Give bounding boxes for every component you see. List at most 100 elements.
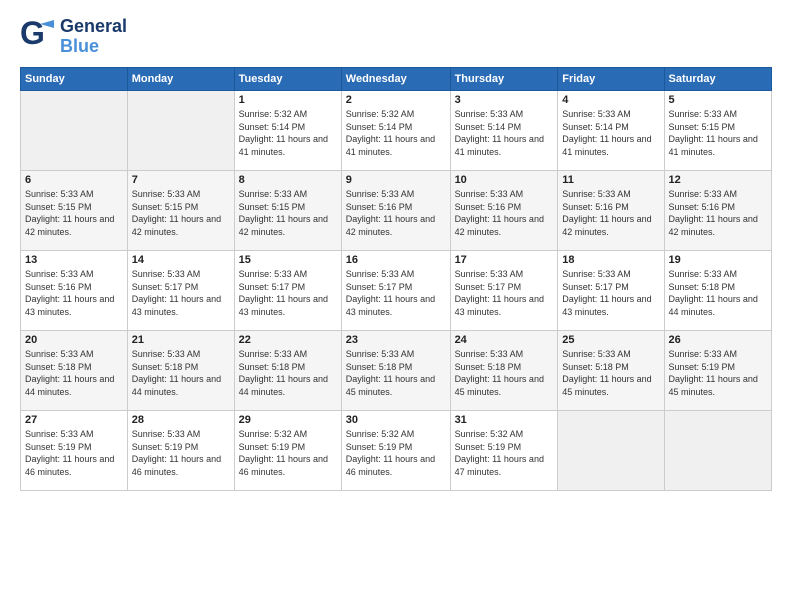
calendar-header-friday: Friday <box>558 68 664 91</box>
calendar-empty <box>664 411 771 491</box>
day-number: 2 <box>346 94 446 106</box>
calendar-day-22: 22 Sunrise: 5:33 AM Sunset: 5:18 PM Dayli… <box>234 331 341 411</box>
day-number: 26 <box>669 334 767 346</box>
calendar-day-31: 31 Sunrise: 5:32 AM Sunset: 5:19 PM Dayli… <box>450 411 558 491</box>
day-info: Sunrise: 5:32 AM Sunset: 5:14 PM Dayligh… <box>239 108 337 158</box>
calendar-week-row: 13 Sunrise: 5:33 AM Sunset: 5:16 PM Dayli… <box>21 251 772 331</box>
day-info: Sunrise: 5:32 AM Sunset: 5:19 PM Dayligh… <box>239 428 337 478</box>
calendar-day-5: 5 Sunrise: 5:33 AM Sunset: 5:15 PM Daylig… <box>664 91 771 171</box>
calendar-day-1: 1 Sunrise: 5:32 AM Sunset: 5:14 PM Daylig… <box>234 91 341 171</box>
page: G General Blue SundayMondayTuesdayWednes… <box>0 0 792 612</box>
day-number: 28 <box>132 414 230 426</box>
logo-icon: G <box>20 16 56 57</box>
calendar-day-19: 19 Sunrise: 5:33 AM Sunset: 5:18 PM Dayli… <box>664 251 771 331</box>
day-info: Sunrise: 5:33 AM Sunset: 5:14 PM Dayligh… <box>562 108 659 158</box>
day-number: 16 <box>346 254 446 266</box>
calendar-day-28: 28Sunrise: 5:33 AM Sunset: 5:19 PM Dayli… <box>127 411 234 491</box>
calendar-day-9: 9Sunrise: 5:33 AM Sunset: 5:16 PM Daylig… <box>341 171 450 251</box>
calendar-day-26: 26 Sunrise: 5:33 AM Sunset: 5:19 PM Dayli… <box>664 331 771 411</box>
calendar-day-12: 12 Sunrise: 5:33 AM Sunset: 5:16 PM Dayli… <box>664 171 771 251</box>
calendar-header-monday: Monday <box>127 68 234 91</box>
day-info: Sunrise: 5:33 AM Sunset: 5:18 PM Dayligh… <box>132 348 230 398</box>
calendar-day-13: 13 Sunrise: 5:33 AM Sunset: 5:16 PM Dayli… <box>21 251 128 331</box>
day-number: 21 <box>132 334 230 346</box>
day-info: Sunrise: 5:33 AM Sunset: 5:17 PM Dayligh… <box>562 268 659 318</box>
day-number: 27 <box>25 414 123 426</box>
day-number: 6 <box>25 174 123 186</box>
logo-blue-text: Blue <box>60 37 127 57</box>
day-number: 12 <box>669 174 767 186</box>
day-number: 5 <box>669 94 767 106</box>
calendar-day-3: 3Sunrise: 5:33 AM Sunset: 5:14 PM Daylig… <box>450 91 558 171</box>
logo: G General Blue <box>20 16 127 57</box>
day-number: 7 <box>132 174 230 186</box>
day-number: 15 <box>239 254 337 266</box>
calendar-day-14: 14Sunrise: 5:33 AM Sunset: 5:17 PM Dayli… <box>127 251 234 331</box>
calendar-day-7: 7 Sunrise: 5:33 AM Sunset: 5:15 PM Daylig… <box>127 171 234 251</box>
calendar-day-11: 11Sunrise: 5:33 AM Sunset: 5:16 PM Dayli… <box>558 171 664 251</box>
day-number: 9 <box>346 174 446 186</box>
calendar-empty <box>558 411 664 491</box>
day-number: 8 <box>239 174 337 186</box>
calendar-header-row: SundayMondayTuesdayWednesdayThursdayFrid… <box>21 68 772 91</box>
day-number: 19 <box>669 254 767 266</box>
header: G General Blue <box>20 16 772 57</box>
day-info: Sunrise: 5:33 AM Sunset: 5:18 PM Dayligh… <box>346 348 446 398</box>
day-info: Sunrise: 5:33 AM Sunset: 5:18 PM Dayligh… <box>455 348 554 398</box>
calendar: SundayMondayTuesdayWednesdayThursdayFrid… <box>20 67 772 491</box>
calendar-week-row: 6 Sunrise: 5:33 AM Sunset: 5:15 PM Daylig… <box>21 171 772 251</box>
calendar-header-sunday: Sunday <box>21 68 128 91</box>
day-number: 13 <box>25 254 123 266</box>
calendar-day-25: 25 Sunrise: 5:33 AM Sunset: 5:18 PM Dayli… <box>558 331 664 411</box>
day-info: Sunrise: 5:33 AM Sunset: 5:19 PM Dayligh… <box>669 348 767 398</box>
day-info: Sunrise: 5:32 AM Sunset: 5:19 PM Dayligh… <box>455 428 554 478</box>
calendar-day-23: 23 Sunrise: 5:33 AM Sunset: 5:18 PM Dayli… <box>341 331 450 411</box>
calendar-day-29: 29Sunrise: 5:32 AM Sunset: 5:19 PM Dayli… <box>234 411 341 491</box>
day-info: Sunrise: 5:33 AM Sunset: 5:16 PM Dayligh… <box>455 188 554 238</box>
day-info: Sunrise: 5:33 AM Sunset: 5:18 PM Dayligh… <box>239 348 337 398</box>
calendar-day-20: 20 Sunrise: 5:33 AM Sunset: 5:18 PM Dayli… <box>21 331 128 411</box>
day-info: Sunrise: 5:33 AM Sunset: 5:19 PM Dayligh… <box>25 428 123 478</box>
day-info: Sunrise: 5:33 AM Sunset: 5:15 PM Dayligh… <box>132 188 230 238</box>
svg-text:G: G <box>20 16 45 51</box>
day-number: 25 <box>562 334 659 346</box>
calendar-day-10: 10Sunrise: 5:33 AM Sunset: 5:16 PM Dayli… <box>450 171 558 251</box>
day-info: Sunrise: 5:33 AM Sunset: 5:15 PM Dayligh… <box>669 108 767 158</box>
day-info: Sunrise: 5:33 AM Sunset: 5:16 PM Dayligh… <box>25 268 123 318</box>
calendar-day-24: 24 Sunrise: 5:33 AM Sunset: 5:18 PM Dayli… <box>450 331 558 411</box>
calendar-day-18: 18 Sunrise: 5:33 AM Sunset: 5:17 PM Dayli… <box>558 251 664 331</box>
day-number: 1 <box>239 94 337 106</box>
day-info: Sunrise: 5:33 AM Sunset: 5:18 PM Dayligh… <box>669 268 767 318</box>
logo-text: General <box>60 17 127 37</box>
calendar-day-6: 6 Sunrise: 5:33 AM Sunset: 5:15 PM Daylig… <box>21 171 128 251</box>
calendar-empty <box>127 91 234 171</box>
calendar-header-tuesday: Tuesday <box>234 68 341 91</box>
calendar-day-4: 4 Sunrise: 5:33 AM Sunset: 5:14 PM Daylig… <box>558 91 664 171</box>
day-number: 23 <box>346 334 446 346</box>
day-info: Sunrise: 5:33 AM Sunset: 5:15 PM Dayligh… <box>239 188 337 238</box>
calendar-day-2: 2 Sunrise: 5:32 AM Sunset: 5:14 PM Daylig… <box>341 91 450 171</box>
day-number: 31 <box>455 414 554 426</box>
calendar-header-wednesday: Wednesday <box>341 68 450 91</box>
day-number: 22 <box>239 334 337 346</box>
calendar-header-thursday: Thursday <box>450 68 558 91</box>
day-info: Sunrise: 5:33 AM Sunset: 5:17 PM Dayligh… <box>346 268 446 318</box>
day-info: Sunrise: 5:33 AM Sunset: 5:18 PM Dayligh… <box>562 348 659 398</box>
calendar-day-16: 16 Sunrise: 5:33 AM Sunset: 5:17 PM Dayli… <box>341 251 450 331</box>
day-number: 24 <box>455 334 554 346</box>
day-number: 18 <box>562 254 659 266</box>
calendar-week-row: 27 Sunrise: 5:33 AM Sunset: 5:19 PM Dayli… <box>21 411 772 491</box>
day-number: 11 <box>562 174 659 186</box>
day-info: Sunrise: 5:33 AM Sunset: 5:17 PM Dayligh… <box>132 268 230 318</box>
day-info: Sunrise: 5:32 AM Sunset: 5:14 PM Dayligh… <box>346 108 446 158</box>
day-info: Sunrise: 5:33 AM Sunset: 5:18 PM Dayligh… <box>25 348 123 398</box>
calendar-day-17: 17 Sunrise: 5:33 AM Sunset: 5:17 PM Dayli… <box>450 251 558 331</box>
day-info: Sunrise: 5:33 AM Sunset: 5:16 PM Dayligh… <box>669 188 767 238</box>
day-number: 17 <box>455 254 554 266</box>
calendar-day-27: 27 Sunrise: 5:33 AM Sunset: 5:19 PM Dayli… <box>21 411 128 491</box>
day-info: Sunrise: 5:33 AM Sunset: 5:17 PM Dayligh… <box>455 268 554 318</box>
day-info: Sunrise: 5:33 AM Sunset: 5:15 PM Dayligh… <box>25 188 123 238</box>
day-number: 20 <box>25 334 123 346</box>
day-number: 4 <box>562 94 659 106</box>
calendar-empty <box>21 91 128 171</box>
